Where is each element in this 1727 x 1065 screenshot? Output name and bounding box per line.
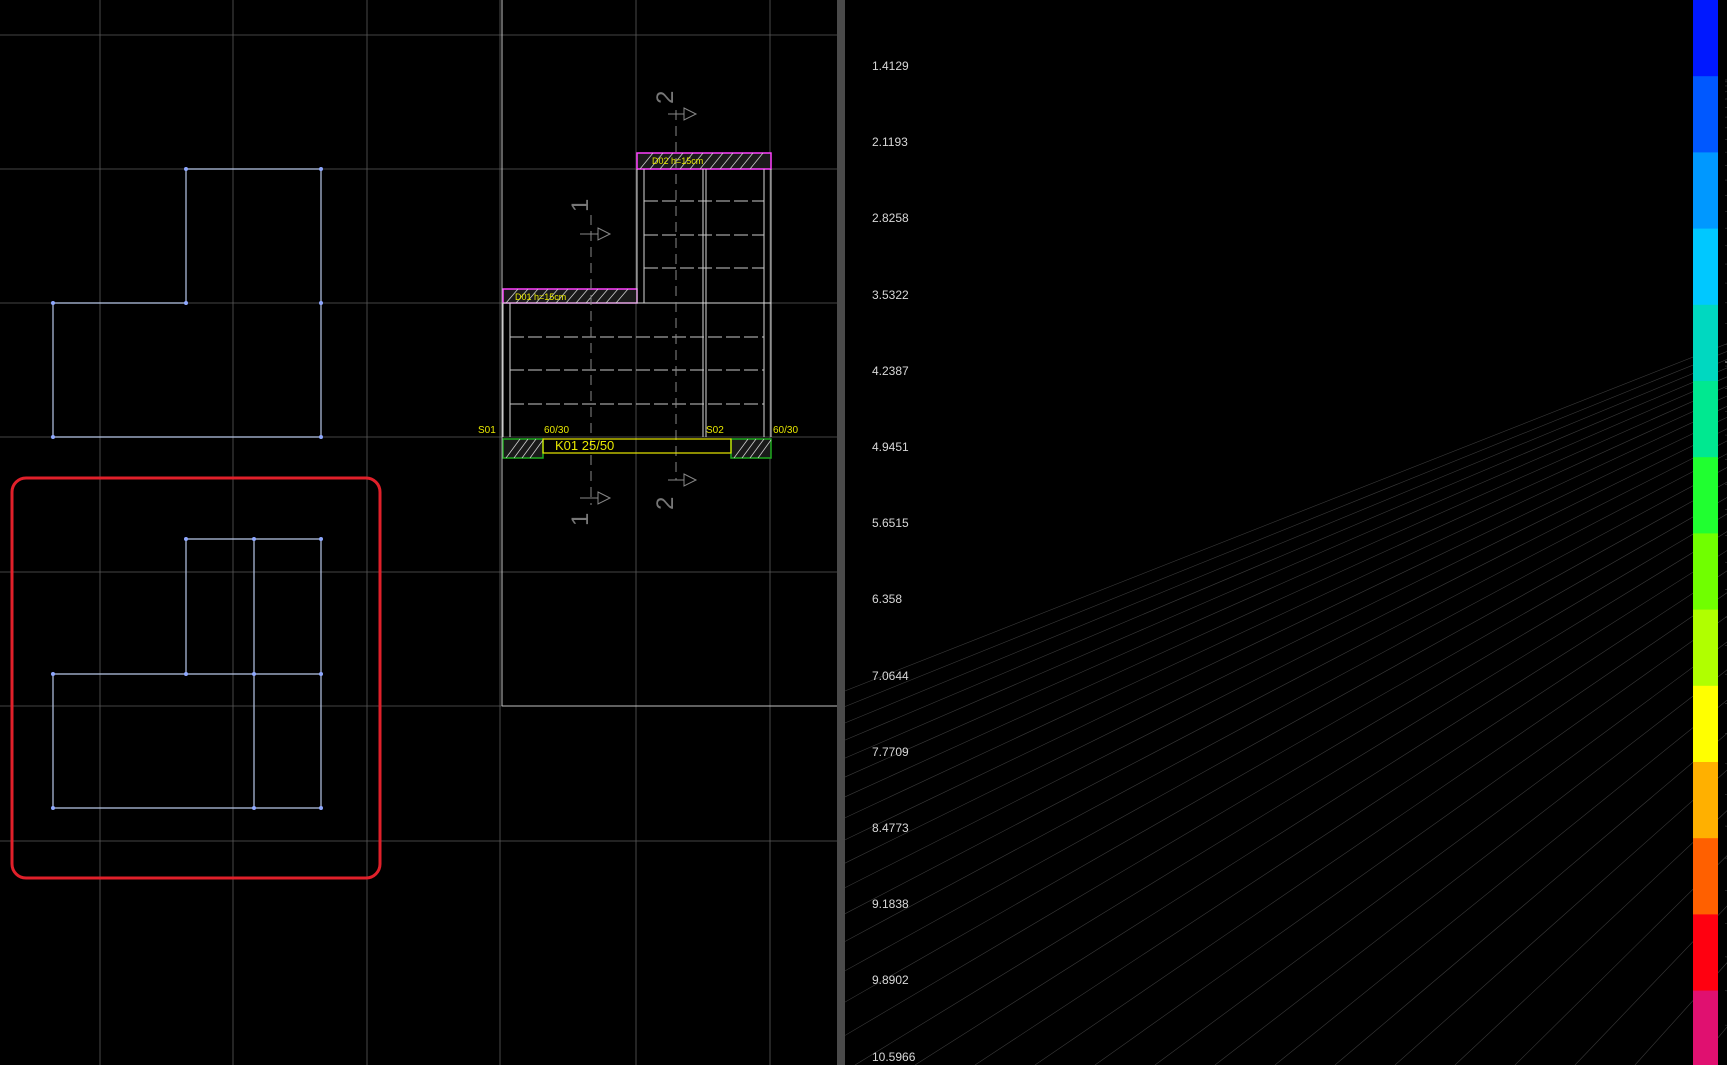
- ground-grid-line: [845, 367, 1727, 741]
- ground-grid-line: [845, 467, 1727, 942]
- ground-grid-line: [845, 406, 1727, 819]
- column-size-label-1: 60/30: [544, 425, 569, 436]
- selection-highlight-box: [10, 476, 382, 880]
- legend-swatch: [1693, 228, 1718, 306]
- legend-value: 4.9451: [872, 440, 909, 454]
- legend-value: 2.8258: [872, 211, 909, 226]
- column-label-s02: S02: [706, 425, 724, 436]
- slab-label-upper: D02 h=15cm: [652, 156, 703, 166]
- legend-value: 7.7709: [872, 744, 909, 759]
- legend-swatch: [1693, 914, 1718, 992]
- legend-value: 2.1193: [872, 135, 908, 150]
- legend-value: 3.5322: [872, 287, 909, 302]
- view-splitter[interactable]: [837, 0, 845, 1065]
- ground-grid-line: [845, 453, 1727, 915]
- legend-swatch: [1693, 990, 1718, 1065]
- legend-value: 4.2387: [872, 363, 909, 378]
- ground-grid-line: [845, 395, 1727, 798]
- column-label-s01: S01: [478, 425, 496, 436]
- legend-swatch: [1693, 685, 1718, 763]
- ground-grid-line: [845, 351, 1727, 707]
- legend-value: 9.1838: [872, 897, 909, 912]
- section-mark-2-top: 2: [652, 91, 679, 104]
- legend-value: 10.5966: [872, 1049, 916, 1064]
- contour-legend-bar: [1693, 0, 1718, 1065]
- ground-grid-line: [845, 343, 1727, 692]
- legend-swatch: [1693, 381, 1718, 458]
- beam-label: K01 25/50: [555, 438, 614, 453]
- ground-grid: [845, 79, 1727, 1065]
- ground-grid-line: [845, 416, 1727, 841]
- legend-value: 5.6515: [872, 516, 909, 531]
- legend-swatch: [1693, 457, 1718, 534]
- ground-grid-line: [974, 570, 1727, 1065]
- legend-value: 8.4773: [872, 821, 909, 835]
- section-drawing[interactable]: D01 h=15cm D02 h=15cm 1 1 2 2 K01 25/50 …: [478, 91, 798, 526]
- legend-swatch: [1693, 762, 1718, 839]
- ground-grid-line: [1454, 810, 1727, 1065]
- legend-value: 7.0644: [872, 668, 909, 683]
- column-size-label-2: 60/30: [773, 425, 798, 436]
- ground-grid-line: [845, 428, 1727, 864]
- plan-canvas[interactable]: D01 h=15cm D02 h=15cm 1 1 2 2 K01 25/50 …: [0, 0, 837, 1065]
- ground-grid-line: [1274, 699, 1727, 1065]
- ground-grid-line: [845, 513, 1727, 1036]
- legend-swatch: [1693, 609, 1718, 687]
- ground-grid-line: [1214, 669, 1727, 1065]
- plan-view-panel[interactable]: D01 h=15cm D02 h=15cm 1 1 2 2 K01 25/50 …: [0, 0, 837, 1065]
- legend-swatch: [1693, 533, 1718, 611]
- ground-grid-line: [1034, 592, 1727, 1065]
- legend-swatch: [1693, 0, 1718, 77]
- slab-label-lower: D01 h=15cm: [515, 292, 566, 302]
- ground-grid-line: [854, 531, 1727, 1065]
- ground-grid-line: [1154, 641, 1727, 1065]
- 3d-canvas[interactable]: [845, 0, 1727, 1065]
- ground-grid-line: [845, 440, 1727, 889]
- ground-grid-line: [845, 481, 1727, 972]
- section-mark-1-top: 1: [567, 199, 594, 212]
- legend-swatch: [1693, 304, 1718, 382]
- legend-swatch: [1693, 838, 1718, 915]
- 3d-view-panel[interactable]: 1.4129 2.1193 2.8258 3.5322 4.2387 4.9451 5.65…: [845, 0, 1727, 1065]
- legend-value: 6.358: [872, 592, 903, 607]
- ground-grid-line: [845, 359, 1727, 724]
- ground-grid-line: [845, 497, 1727, 1003]
- section-mark-1-bottom: 1: [567, 513, 594, 526]
- ground-grid-line: [845, 376, 1727, 759]
- ground-grid-line: [845, 385, 1727, 778]
- legend-swatch: [1693, 152, 1718, 230]
- legend-swatch: [1693, 76, 1718, 153]
- section-mark-2-bottom: 2: [652, 497, 679, 510]
- section-walls: [502, 169, 772, 437]
- legend-value: 9.8902: [872, 973, 909, 988]
- legend-value: 1.4129: [872, 59, 909, 73]
- ground-grid-line: [1394, 769, 1727, 1065]
- ground-grid-line: [914, 550, 1727, 1065]
